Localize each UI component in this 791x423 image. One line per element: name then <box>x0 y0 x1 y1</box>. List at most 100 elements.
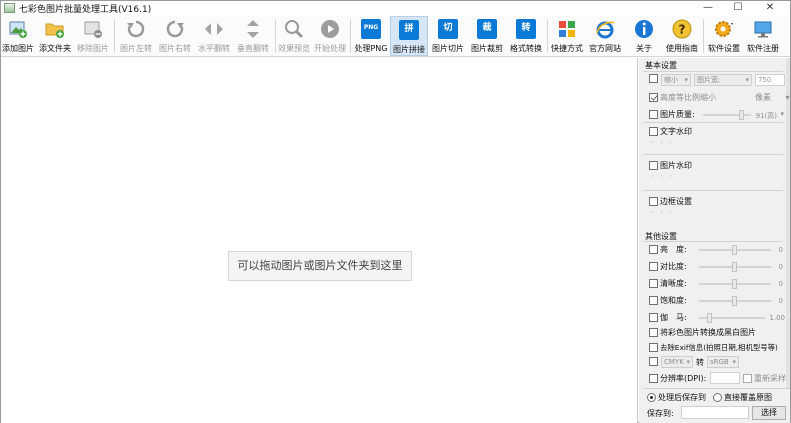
contrast-slider[interactable] <box>699 262 771 272</box>
resample-label: 重新采样 <box>754 374 786 383</box>
unit-select[interactable]: 像素 ▾ <box>755 92 790 106</box>
guide-button[interactable]: ? 使用指南 <box>663 16 701 56</box>
sharpness-row: 清晰度: <box>649 278 687 292</box>
keep-ratio-label: 高度等比例缩小 <box>660 93 716 102</box>
quality-slider[interactable] <box>703 110 751 120</box>
quality-checkbox[interactable] <box>649 110 658 119</box>
to-bw-checkbox[interactable] <box>649 328 658 337</box>
sharpness-checkbox[interactable] <box>649 279 658 288</box>
srgb-select[interactable]: sRGB ▾ <box>707 356 739 368</box>
overwrite-radio[interactable] <box>713 393 722 402</box>
rotate-right-icon <box>166 20 184 38</box>
border-checkbox[interactable] <box>649 197 658 206</box>
about-button[interactable]: 关于 <box>627 16 661 56</box>
gear-icon <box>715 21 733 37</box>
app-window: 七彩色图片批量处理工具(V16.1) — ☐ ✕ 添加图片 添文件夹 移除图片 … <box>0 0 791 423</box>
choose-folder-button[interactable]: 选择 <box>752 406 786 420</box>
maximize-button[interactable]: ☐ <box>723 1 753 15</box>
add-folder-icon <box>45 23 64 38</box>
saturation-slider[interactable] <box>699 296 771 306</box>
about-label: 关于 <box>636 44 652 53</box>
preview-button[interactable]: 效果预览 <box>277 16 311 56</box>
ie-icon <box>596 21 615 39</box>
remove-image-icon <box>84 21 102 38</box>
save-after-option[interactable]: 处理后保存到 <box>647 392 706 406</box>
text-watermark-label: 文字水印 <box>660 127 692 136</box>
rotate-right-button[interactable]: 图片右转 <box>156 16 194 56</box>
flip-vertical-button[interactable]: 垂直翻转 <box>234 16 272 56</box>
brightness-checkbox[interactable] <box>649 245 658 254</box>
title-bar: 七彩色图片批量处理工具(V16.1) — ☐ ✕ <box>1 1 790 16</box>
gamma-slider[interactable] <box>699 313 765 323</box>
gamma-checkbox[interactable] <box>649 313 658 322</box>
flip-horizontal-button[interactable]: 水平翻转 <box>195 16 233 56</box>
text-watermark-more[interactable]: · · · <box>651 138 674 147</box>
quality-dropdown-icon[interactable]: ▾ <box>778 110 784 118</box>
image-drop-area[interactable]: 可以拖动图片或图片文件夹到这里 <box>1 58 638 423</box>
png-process-label: 处理PNG <box>354 44 388 53</box>
brightness-row: 亮 度: <box>649 244 687 258</box>
flip-horizontal-label: 水平翻转 <box>198 44 230 53</box>
saturation-checkbox[interactable] <box>649 296 658 305</box>
shortcut-button[interactable]: 快捷方式 <box>549 16 585 56</box>
save-path-input[interactable] <box>681 406 749 419</box>
contrast-checkbox[interactable] <box>649 262 658 271</box>
resize-checkbox[interactable] <box>649 74 658 83</box>
dpi-input[interactable] <box>710 372 740 384</box>
divider <box>643 190 783 191</box>
image-watermark-more[interactable]: · · · <box>651 172 674 181</box>
convert-to-label: 转 <box>696 358 704 367</box>
png-process-button[interactable]: PNG 处理PNG <box>353 16 389 56</box>
image-slice-button[interactable]: 切 图片切片 <box>429 16 467 56</box>
start-button[interactable]: 开始处理 <box>312 16 348 56</box>
image-stitch-label: 图片拼接 <box>393 45 425 54</box>
close-button[interactable]: ✕ <box>755 1 785 15</box>
toolbar-separator <box>547 19 548 53</box>
image-watermark-checkbox[interactable] <box>649 161 658 170</box>
sharpness-slider[interactable] <box>699 279 771 289</box>
quality-value: 91(高) <box>755 112 777 120</box>
preview-label: 效果预览 <box>278 44 310 53</box>
brightness-slider[interactable] <box>699 245 771 255</box>
remove-exif-row: 去除Exif信息(拍照日期,相机型号等) <box>649 342 778 356</box>
image-crop-button[interactable]: 裁 图片裁剪 <box>468 16 506 56</box>
flip-vertical-label: 垂直翻转 <box>237 44 269 53</box>
format-convert-button[interactable]: 转 格式转换 <box>507 16 545 56</box>
remove-image-button[interactable]: 移除图片 <box>75 16 111 56</box>
minimize-button[interactable]: — <box>693 1 723 15</box>
toolbar: 添加图片 添文件夹 移除图片 图片左转 图片右转 水平翻转 垂直翻转 效果预览 … <box>1 16 790 57</box>
toolbar-separator <box>703 19 704 53</box>
gamma-row: 伽 马: <box>649 312 687 326</box>
divider <box>643 154 783 155</box>
rotate-left-button[interactable]: 图片左转 <box>117 16 155 56</box>
start-label: 开始处理 <box>314 44 346 53</box>
border-more[interactable]: · · · <box>651 208 674 217</box>
remove-exif-checkbox[interactable] <box>649 343 658 352</box>
monitor-icon <box>754 21 772 38</box>
image-stitch-button[interactable]: 拼 图片拼接 <box>390 16 428 56</box>
cmyk-select[interactable]: CMYK ▾ <box>661 356 693 368</box>
panel-scrollbar[interactable] <box>786 58 790 388</box>
add-folder-button[interactable]: 添文件夹 <box>37 16 73 56</box>
cmyk-checkbox[interactable] <box>649 357 658 366</box>
keep-ratio-checkbox[interactable] <box>649 93 658 102</box>
rotate-left-label: 图片左转 <box>120 44 152 53</box>
website-button[interactable]: 官方网站 <box>586 16 624 56</box>
scale-select[interactable]: 缩小 ▾ <box>661 74 691 86</box>
dpi-checkbox[interactable] <box>649 374 658 383</box>
register-button[interactable]: 软件注册 <box>744 16 782 56</box>
image-crop-label: 图片裁剪 <box>471 44 503 53</box>
website-label: 官方网站 <box>589 44 621 53</box>
width-input[interactable]: 750 <box>755 74 785 86</box>
border-label: 边框设置 <box>660 197 692 206</box>
flip-horizontal-icon <box>205 23 223 35</box>
save-after-radio[interactable] <box>647 393 656 402</box>
add-image-button[interactable]: 添加图片 <box>1 16 35 56</box>
text-watermark-checkbox[interactable] <box>649 127 658 136</box>
settings-button[interactable]: 软件设置 <box>705 16 743 56</box>
info-icon <box>635 20 653 38</box>
overwrite-option[interactable]: 直接覆盖原图 <box>713 392 772 406</box>
resample-checkbox[interactable] <box>743 374 752 383</box>
shortcut-label: 快捷方式 <box>551 44 583 53</box>
width-select[interactable]: 图片宽: ▾ <box>694 74 752 86</box>
